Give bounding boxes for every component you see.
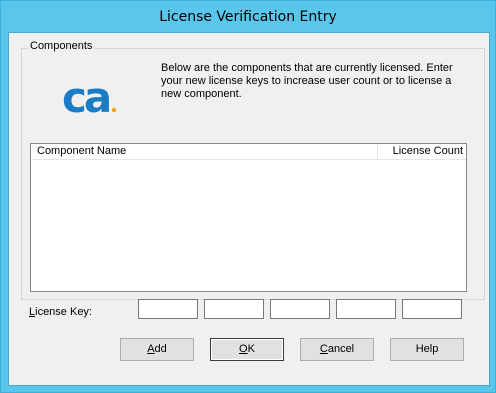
ok-button-accelerator: O	[239, 343, 248, 355]
components-group-label: Components	[28, 40, 95, 52]
cancel-button[interactable]: Cancel	[300, 338, 374, 361]
ok-button[interactable]: OK	[210, 338, 284, 361]
ok-button-label: K	[247, 343, 255, 355]
license-key-field-4[interactable]	[336, 299, 396, 319]
cancel-button-accelerator: C	[319, 343, 328, 355]
column-header-component-name[interactable]: Component Name	[31, 144, 378, 159]
column-header-license-count[interactable]: License Count	[378, 144, 466, 159]
license-key-field-2[interactable]	[204, 299, 264, 319]
components-groupbox: Components ca Below are the components t…	[21, 40, 485, 300]
dialog-window: License Verification Entry Components ca…	[0, 0, 496, 393]
ca-logo-icon: ca	[62, 73, 117, 122]
list-header: Component Name License Count	[31, 144, 466, 160]
license-key-field-5[interactable]	[402, 299, 462, 319]
add-button-label: dd	[154, 343, 167, 355]
add-button[interactable]: Add	[120, 338, 194, 361]
svg-text:ca: ca	[62, 74, 110, 122]
license-key-label: License Key:	[29, 306, 92, 318]
cancel-button-label: ancel	[327, 343, 355, 355]
title-bar[interactable]: License Verification Entry	[1, 1, 495, 32]
dialog-client-area: Components ca Below are the components t…	[8, 32, 490, 386]
license-key-field-1[interactable]	[138, 299, 198, 319]
license-key-field-3[interactable]	[270, 299, 330, 319]
ca-logo: ca	[62, 73, 122, 124]
license-key-label-text: icense Key:	[35, 306, 92, 318]
add-button-accelerator: A	[147, 343, 155, 355]
help-button[interactable]: Help	[390, 338, 464, 361]
components-description: Below are the components that are curren…	[161, 62, 453, 100]
components-list[interactable]: Component Name License Count	[30, 143, 467, 292]
window-title: License Verification Entry	[159, 8, 337, 25]
